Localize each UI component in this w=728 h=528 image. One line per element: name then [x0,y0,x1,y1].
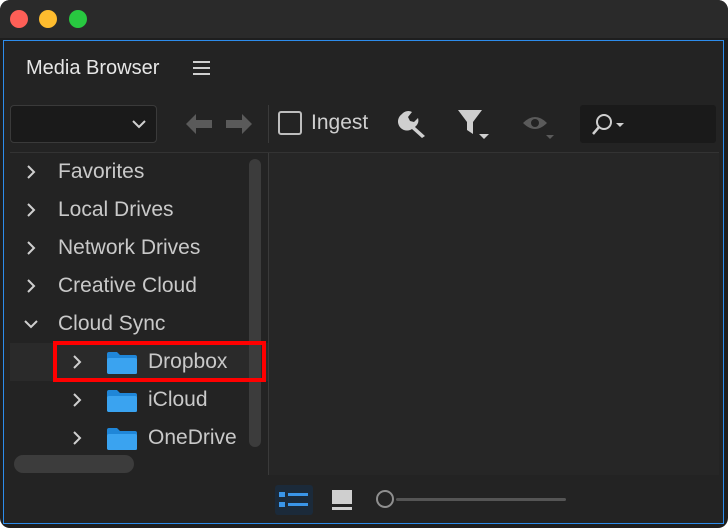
folder-icon [107,390,137,412]
chevron-right-icon[interactable] [72,431,82,445]
dropbox-highlight-box [53,341,266,382]
maximize-window-button[interactable] [69,10,87,28]
tree-item-label: Creative Cloud [58,274,197,297]
tree-item-onedrive[interactable]: OneDrive [10,419,268,457]
location-dropdown[interactable] [10,105,157,143]
window-titlebar [0,0,728,38]
folder-tree: Favorites Local Drives Network Drives Cr… [10,153,268,475]
list-view-button[interactable] [275,485,313,515]
chevron-right-icon[interactable] [26,241,36,255]
eye-icon[interactable] [522,115,556,141]
tree-item-creative-cloud[interactable]: Creative Cloud [10,267,268,305]
wrench-icon[interactable] [398,110,428,138]
media-browser-window: Media Browser Ingest Favorites Local Dri… [0,0,728,528]
tree-item-local-drives[interactable]: Local Drives [10,191,268,229]
ingest-checkbox[interactable] [278,111,302,135]
chevron-right-icon[interactable] [26,279,36,293]
tree-item-cloud-sync[interactable]: Cloud Sync [10,305,268,343]
folder-icon [107,428,137,450]
chevron-right-icon[interactable] [26,203,36,217]
zoom-slider-handle[interactable] [376,490,394,508]
tree-item-label: iCloud [148,388,208,411]
ingest-label: Ingest [311,111,369,134]
tree-item-label: Cloud Sync [58,312,166,335]
chevron-down-icon [132,120,146,129]
list-view-icon [279,492,308,507]
hamburger-icon[interactable] [193,61,210,75]
media-browser-toolbar: Ingest [4,101,723,153]
tree-item-label: Network Drives [58,236,201,259]
search-input[interactable] [580,105,716,143]
forward-arrow-icon[interactable] [226,114,252,134]
tree-item-label: OneDrive [148,426,237,449]
back-arrow-icon[interactable] [186,114,212,134]
tree-item-favorites[interactable]: Favorites [10,153,268,191]
media-browser-panel: Media Browser Ingest Favorites Local Dri… [3,40,724,524]
filter-icon[interactable] [458,110,490,140]
chevron-right-icon[interactable] [26,165,36,179]
tree-vertical-scrollbar[interactable] [249,159,261,447]
bottom-bar [4,475,723,523]
minimize-window-button[interactable] [39,10,57,28]
tree-item-label: Local Drives [58,198,174,221]
panel-title: Media Browser [26,57,160,79]
content-pane[interactable] [269,153,719,475]
toolbar-separator [268,105,269,143]
zoom-slider-track[interactable] [396,498,566,501]
icon-view-icon[interactable] [330,489,354,511]
tree-horizontal-scrollbar[interactable] [14,455,134,473]
tree-item-icloud[interactable]: iCloud [10,381,268,419]
close-window-button[interactable] [10,10,28,28]
chevron-right-icon[interactable] [72,393,82,407]
chevron-down-icon[interactable] [24,319,38,329]
tree-item-label: Favorites [58,160,145,183]
search-icon [592,114,624,135]
tree-item-network-drives[interactable]: Network Drives [10,229,268,267]
